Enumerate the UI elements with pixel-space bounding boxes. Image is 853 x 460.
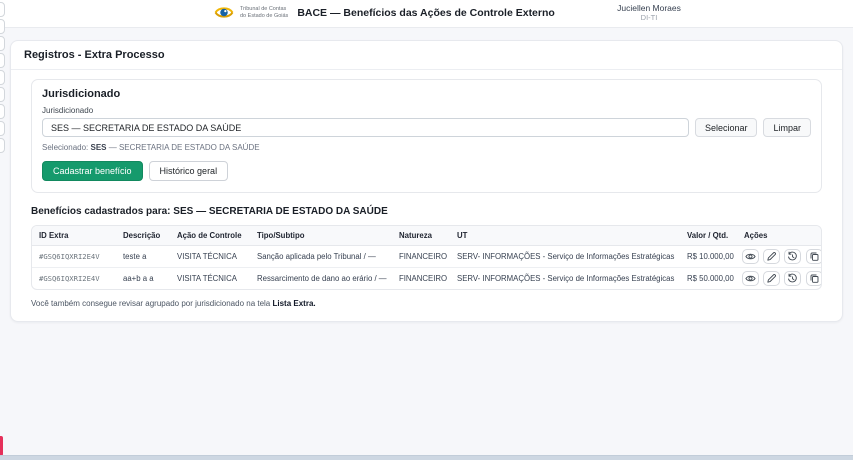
cell-id-extra: #GSQ6IQXRI2E4V <box>32 268 116 290</box>
eye-icon <box>745 273 756 284</box>
bottom-scrollbar[interactable] <box>0 455 853 460</box>
brand: Tribunal de Contas do Estado de Goiás BA… <box>213 4 555 21</box>
footnote-link[interactable]: Lista Extra. <box>272 299 315 308</box>
limpar-button[interactable]: Limpar <box>763 118 811 137</box>
history-icon <box>787 251 798 262</box>
cell-descricao: aa+b a a <box>116 268 170 290</box>
column-header: Tipo/Subtipo <box>250 226 392 246</box>
edge-button <box>0 138 5 153</box>
cell-valor-qtd: R$ 50.000,00 <box>680 268 737 290</box>
column-header: Valor / Qtd. <box>680 226 737 246</box>
column-header: Ações <box>737 226 822 246</box>
column-header: ID Extra <box>32 226 116 246</box>
table-row: #GSQ6IQXRI2E4V teste a VISITA TÉCNICA Sa… <box>32 246 822 268</box>
cell-tipo-subtipo: Sanção aplicada pelo Tribunal / — <box>250 246 392 268</box>
selected-prefix: Selecionado: <box>42 143 90 152</box>
brand-text: Tribunal de Contas do Estado de Goiás <box>240 6 288 19</box>
cell-id-extra: #GSQ6IQXRI2E4V <box>32 246 116 268</box>
cell-valor-qtd: R$ 10.000,00 <box>680 246 737 268</box>
jurisdicionado-section: Jurisdicionado Jurisdicionado Selecionar… <box>31 79 822 193</box>
history-button[interactable] <box>784 249 801 264</box>
selected-code: SES <box>90 143 106 152</box>
cell-tipo-subtipo: Ressarcimento de dano ao erário / — <box>250 268 392 290</box>
jurisdicionado-input-row: Selecionar Limpar <box>42 118 811 137</box>
footnote: Você também consegue revisar agrupado po… <box>31 299 822 308</box>
card-body: Jurisdicionado Jurisdicionado Selecionar… <box>11 70 842 321</box>
edge-button <box>0 19 5 34</box>
copy-icon <box>809 251 820 262</box>
edge-button <box>0 121 5 136</box>
cell-descricao: teste a <box>116 246 170 268</box>
column-header: Descrição <box>116 226 170 246</box>
view-button[interactable] <box>742 271 759 286</box>
benefits-table: ID ExtraDescriçãoAção de ControleTipo/Su… <box>31 225 822 290</box>
left-edge-buttons <box>0 2 5 155</box>
benefits-table-head-row: ID ExtraDescriçãoAção de ControleTipo/Su… <box>32 226 822 246</box>
benefits-section-title: Benefícios cadastrados para: SES — SECRE… <box>31 206 822 217</box>
cell-ut: SERV- INFORMAÇÕES - Serviço de Informaçõ… <box>450 268 680 290</box>
edit-button[interactable] <box>763 249 780 264</box>
user-menu[interactable]: Juciellen Moraes DI-TI <box>599 3 699 22</box>
edge-button <box>0 70 5 85</box>
app-header: Tribunal de Contas do Estado de Goiás BA… <box>0 0 853 28</box>
brand-line1: Tribunal de Contas <box>240 6 288 13</box>
cell-natureza: FINANCEIRO <box>392 268 450 290</box>
edge-button <box>0 104 5 119</box>
edge-button <box>0 2 5 17</box>
view-button[interactable] <box>742 249 759 264</box>
cadastrar-beneficio-button[interactable]: Cadastrar benefício <box>42 161 143 181</box>
footnote-text: Você também consegue revisar agrupado po… <box>31 299 272 308</box>
edit-button[interactable] <box>763 271 780 286</box>
app-title: BACE — Benefícios das Ações de Controle … <box>297 7 555 19</box>
column-header: Ação de Controle <box>170 226 250 246</box>
duplicate-button[interactable] <box>806 249 822 264</box>
tcego-logo <box>213 4 235 21</box>
historico-geral-button[interactable]: Histórico geral <box>149 161 229 181</box>
cell-natureza: FINANCEIRO <box>392 246 450 268</box>
selecionar-button[interactable]: Selecionar <box>695 118 758 137</box>
history-icon <box>787 273 798 284</box>
pencil-icon <box>766 251 777 262</box>
cell-acoes <box>737 268 822 290</box>
cell-acao-de-controle: VISITA TÉCNICA <box>170 268 250 290</box>
table-row: #GSQ6IQXRI2E4V aa+b a a VISITA TÉCNICA R… <box>32 268 822 290</box>
duplicate-button[interactable] <box>806 271 822 286</box>
eye-icon <box>745 251 756 262</box>
jurisdicionado-input[interactable] <box>42 118 689 137</box>
history-button[interactable] <box>784 271 801 286</box>
brand-line2: do Estado de Goiás <box>240 13 288 20</box>
page-title: Registros - Extra Processo <box>11 41 842 70</box>
selected-rest: — SECRETARIA DE ESTADO DA SAÚDE <box>107 143 260 152</box>
cell-acoes <box>737 246 822 268</box>
edge-button <box>0 53 5 68</box>
pencil-icon <box>766 273 777 284</box>
cell-acao-de-controle: VISITA TÉCNICA <box>170 246 250 268</box>
jurisdicionado-buttons: Cadastrar benefício Histórico geral <box>42 161 811 181</box>
jurisdicionado-title: Jurisdicionado <box>42 88 811 100</box>
user-role: DI-TI <box>599 13 699 22</box>
left-edge-red-marker <box>0 436 3 456</box>
cell-ut: SERV- INFORMAÇÕES - Serviço de Informaçõ… <box>450 246 680 268</box>
column-header: UT <box>450 226 680 246</box>
edge-button <box>0 36 5 51</box>
main-card: Registros - Extra Processo Jurisdicionad… <box>10 40 843 322</box>
benefits-table-body: #GSQ6IQXRI2E4V teste a VISITA TÉCNICA Sa… <box>32 246 822 290</box>
user-name: Juciellen Moraes <box>599 3 699 13</box>
copy-icon <box>809 273 820 284</box>
edge-button <box>0 87 5 102</box>
column-header: Natureza <box>392 226 450 246</box>
selected-line: Selecionado: SES — SECRETARIA DE ESTADO … <box>42 143 811 152</box>
jurisdicionado-field-label: Jurisdicionado <box>42 106 811 115</box>
